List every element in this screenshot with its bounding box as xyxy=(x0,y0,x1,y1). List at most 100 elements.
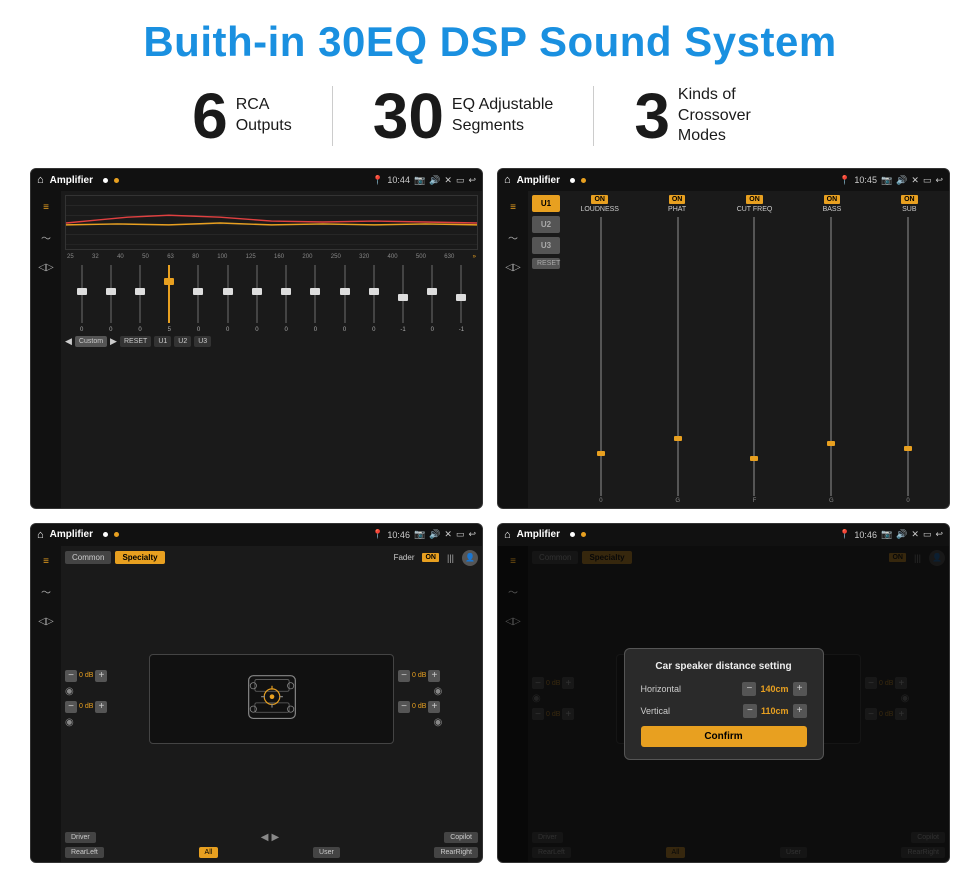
plus-rl[interactable]: + xyxy=(95,701,107,713)
eq-icon[interactable]: ≡ xyxy=(36,197,56,217)
speaker-sym-fr: ◉ xyxy=(434,686,443,697)
on-phat[interactable]: ON xyxy=(669,195,686,204)
seat-driver[interactable]: Driver xyxy=(65,832,96,843)
plus-rr[interactable]: + xyxy=(428,701,440,713)
minus-rl[interactable]: − xyxy=(65,701,77,713)
status-dot-f2 xyxy=(114,532,119,537)
on-sub[interactable]: ON xyxy=(901,195,918,204)
status-bar-ch: ⌂ Amplifier 📍 10:45 📷 🔊 ✕ ▭ ↩ xyxy=(498,169,949,191)
u2-btn[interactable]: U2 xyxy=(174,336,191,347)
speaker-icon-ch[interactable]: ◁▷ xyxy=(503,257,523,277)
left-arrow[interactable]: ◀ xyxy=(261,832,269,843)
u3-preset[interactable]: U3 xyxy=(532,237,560,254)
db-val-fl: 0 dB xyxy=(79,672,93,679)
fader-on[interactable]: ON xyxy=(422,553,439,562)
vertical-plus[interactable]: + xyxy=(793,704,807,718)
vertical-value: 110cm xyxy=(761,706,789,716)
slider-col-9: 0 xyxy=(301,263,330,333)
horizontal-controls: − 140cm + xyxy=(742,682,806,696)
on-cutfreq[interactable]: ON xyxy=(746,195,763,204)
minus-fr[interactable]: − xyxy=(398,670,410,682)
tab-specialty-f[interactable]: Specialty xyxy=(115,551,164,564)
seat-all[interactable]: All xyxy=(199,847,219,858)
wave-icon-ch[interactable]: 〜 xyxy=(503,227,523,247)
db-fl: − 0 dB + xyxy=(65,670,145,682)
battery-icon-f: ▭ xyxy=(456,529,465,540)
x-icon-d: ✕ xyxy=(911,529,919,540)
battery-icon: ▭ xyxy=(456,175,465,186)
seat-rearright[interactable]: RearRight xyxy=(434,847,478,858)
wave-icon-f[interactable]: 〜 xyxy=(36,582,56,602)
home-icon-fader[interactable]: ⌂ xyxy=(37,529,44,541)
screen-channel: ⌂ Amplifier 📍 10:45 📷 🔊 ✕ ▭ ↩ ≡ 〜 xyxy=(497,168,950,509)
prev-icon[interactable]: ◀ xyxy=(65,336,72,347)
speaker-icon[interactable]: ◁▷ xyxy=(36,257,56,277)
slider-col-12: -1 xyxy=(388,263,417,333)
minus-fl[interactable]: − xyxy=(65,670,77,682)
channel-presets: U1 U2 U3 RESET xyxy=(532,195,560,504)
home-icon-ch[interactable]: ⌂ xyxy=(504,174,511,186)
plus-fr[interactable]: + xyxy=(428,670,440,682)
u3-btn[interactable]: U3 xyxy=(194,336,211,347)
u2-preset[interactable]: U2 xyxy=(532,216,560,233)
home-icon-dist[interactable]: ⌂ xyxy=(504,529,511,541)
back-icon-d[interactable]: ↩ xyxy=(935,529,943,540)
volume-icon-f: 🔊 xyxy=(429,529,440,540)
camera-icon-d: 📷 xyxy=(881,529,892,540)
u1-preset[interactable]: U1 xyxy=(532,195,560,212)
seat-user[interactable]: User xyxy=(313,847,340,858)
fader-content: Common Specialty Fader ON ||| 👤 xyxy=(65,550,478,859)
ch-main: U1 U2 U3 RESET ON LOUDNESS xyxy=(528,191,949,508)
u1-btn[interactable]: U1 xyxy=(154,336,171,347)
profile-icon-f[interactable]: 👤 xyxy=(462,550,478,566)
speaker-icon-f[interactable]: ◁▷ xyxy=(36,612,56,632)
tab-common-f[interactable]: Common xyxy=(65,551,111,564)
camera-icon-f: 📷 xyxy=(414,529,425,540)
channel-panel: U1 U2 U3 RESET ON LOUDNESS xyxy=(532,195,945,504)
speaker-controls-left: − 0 dB + ◉ − 0 dB + xyxy=(65,670,145,728)
reset-btn-eq[interactable]: RESET xyxy=(120,336,151,347)
wave-icon[interactable]: 〜 xyxy=(36,227,56,247)
on-loudness[interactable]: ON xyxy=(591,195,608,204)
stat-crossover: 3 Kinds ofCrossover Modes xyxy=(594,84,828,148)
horizontal-label: Horizontal xyxy=(641,684,682,694)
custom-btn[interactable]: Custom xyxy=(75,336,107,347)
status-dot-ch1 xyxy=(570,178,575,183)
plus-fl[interactable]: + xyxy=(95,670,107,682)
back-icon-ch[interactable]: ↩ xyxy=(935,175,943,186)
loudness-label: LOUDNESS xyxy=(580,206,619,213)
slider-col-13: 0 xyxy=(418,263,447,333)
speaker-icon-row-l: ◉ xyxy=(65,686,145,697)
speaker-icon-row-r: ◉ xyxy=(398,686,478,697)
eq-icon-f[interactable]: ≡ xyxy=(36,552,56,572)
seat-rearleft[interactable]: RearLeft xyxy=(65,847,104,858)
right-arrow[interactable]: ▶ xyxy=(271,832,279,843)
minus-rr[interactable]: − xyxy=(398,701,410,713)
back-icon-f[interactable]: ↩ xyxy=(468,529,476,540)
eq-icon-ch[interactable]: ≡ xyxy=(503,197,523,217)
slider-col-11: 0 xyxy=(359,263,388,333)
nav-arrows: ◀ ▶ xyxy=(261,832,279,843)
speaker-sym-fl: ◉ xyxy=(65,686,74,697)
status-bar-dist: ⌂ Amplifier 📍 10:46 📷 🔊 ✕ ▭ ↩ xyxy=(498,524,949,546)
reset-ch[interactable]: RESET xyxy=(532,258,560,269)
next-icon[interactable]: ▶ xyxy=(110,336,117,347)
horizontal-minus[interactable]: − xyxy=(742,682,756,696)
speaker-controls-right: − 0 dB + ◉ − 0 dB + xyxy=(398,670,478,728)
slider-col-4: 5 xyxy=(155,263,184,333)
vertical-minus[interactable]: − xyxy=(743,704,757,718)
back-icon-eq[interactable]: ↩ xyxy=(468,175,476,186)
confirm-button[interactable]: Confirm xyxy=(641,726,807,747)
slider-col-14: -1 xyxy=(447,263,476,333)
location-icon: 📍 xyxy=(372,175,383,186)
db-rr: − 0 dB + xyxy=(398,701,478,713)
home-icon-eq[interactable]: ⌂ xyxy=(37,174,44,186)
location-icon-d: 📍 xyxy=(839,529,850,540)
seat-copilot[interactable]: Copilot xyxy=(444,832,478,843)
ch-sliders: 0 G F xyxy=(564,217,945,504)
on-bass[interactable]: ON xyxy=(824,195,841,204)
stat-rca-number: 6 xyxy=(192,84,228,148)
screen-eq: ⌂ Amplifier 📍 10:44 📷 🔊 ✕ ▭ ↩ ≡ 〜 xyxy=(30,168,483,509)
horizontal-plus[interactable]: + xyxy=(793,682,807,696)
seat-buttons-fader: Driver ◀ ▶ Copilot xyxy=(65,832,478,843)
